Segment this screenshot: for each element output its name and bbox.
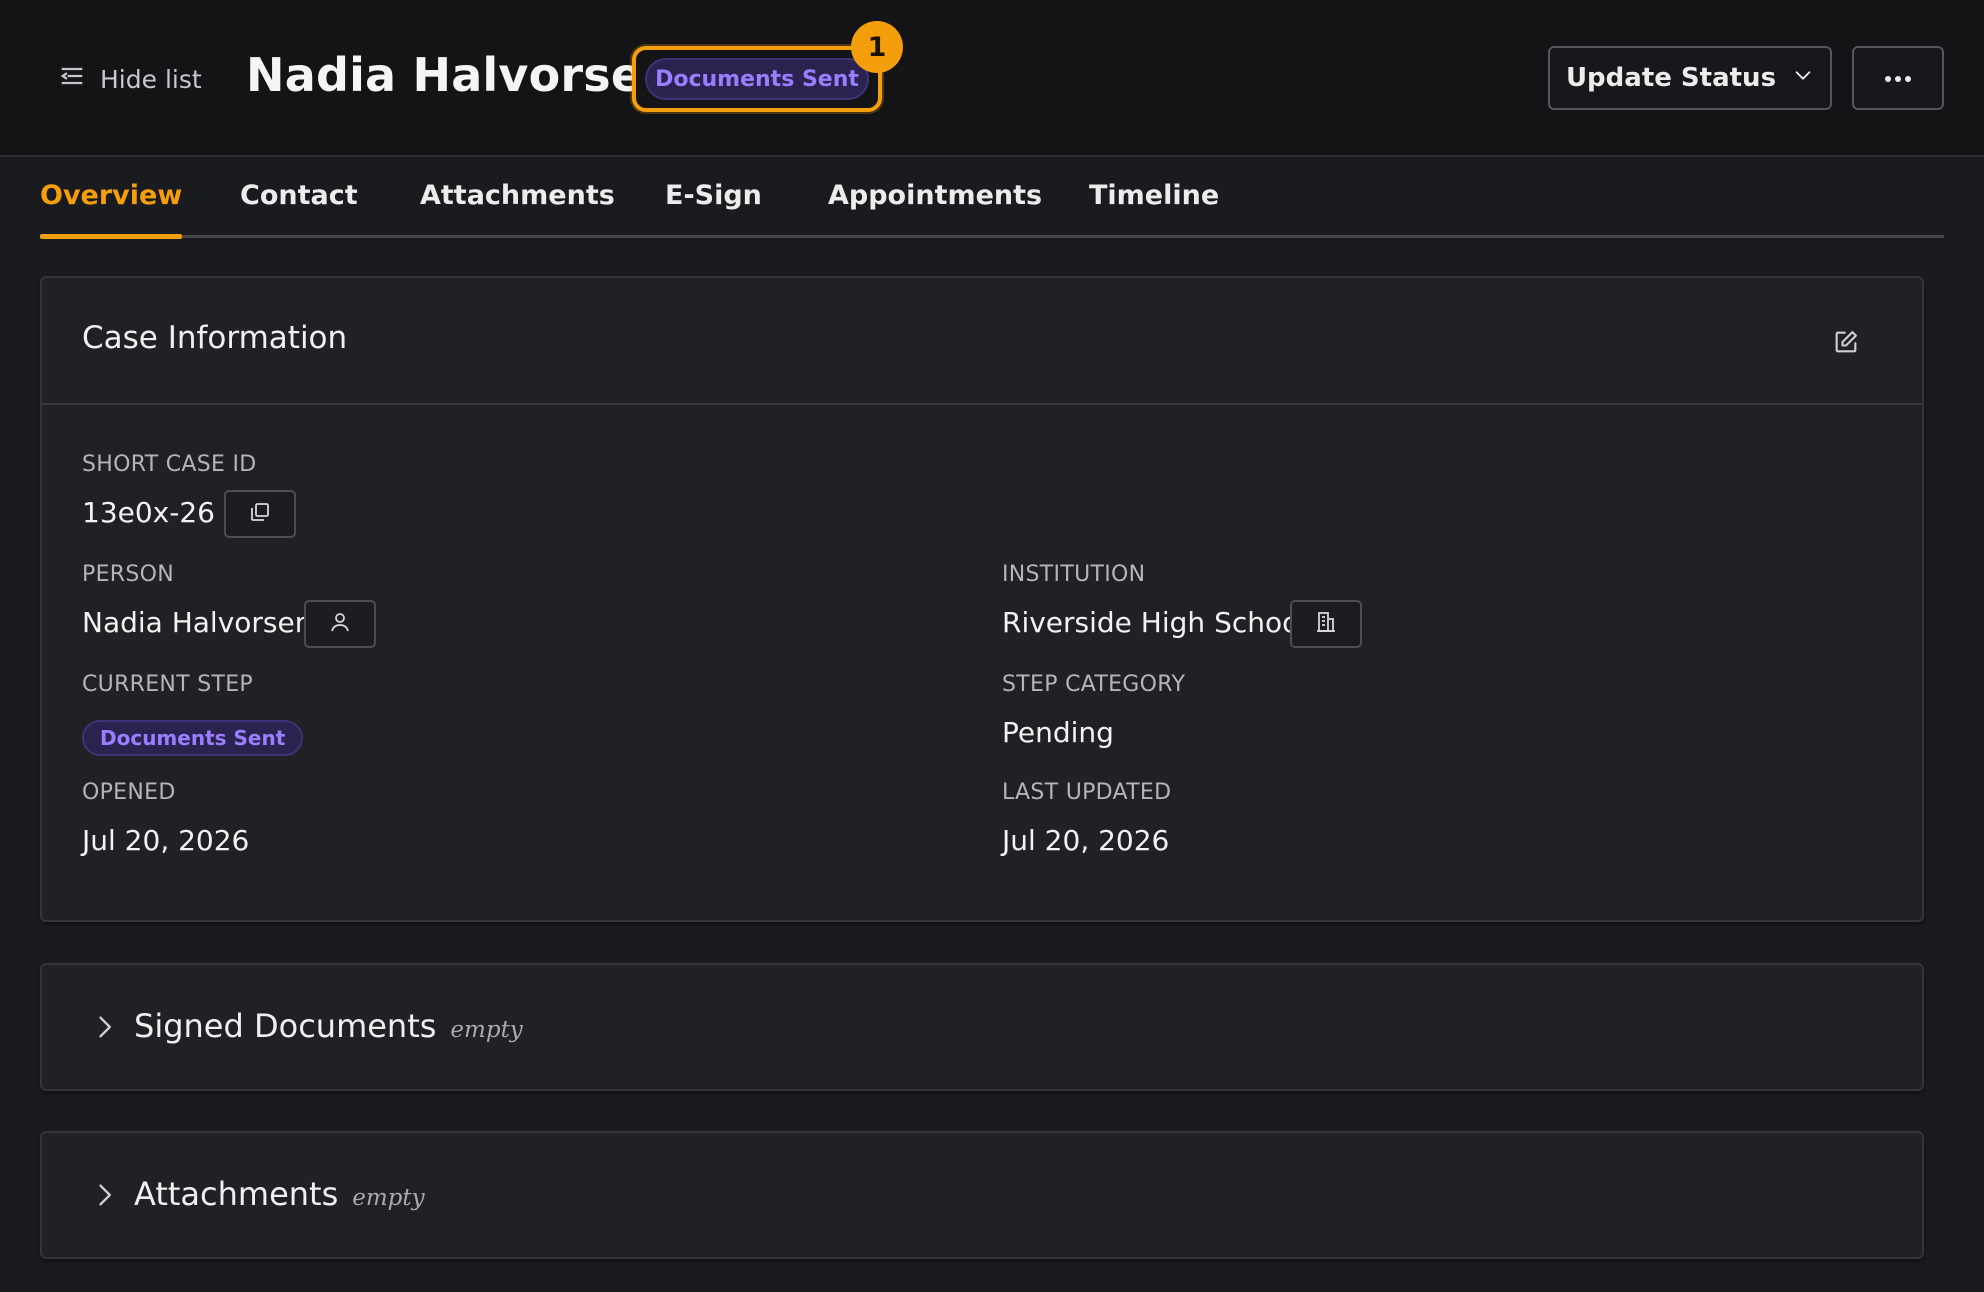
tab-overview[interactable]: Overview — [40, 180, 183, 239]
person-label: PERSON — [82, 562, 174, 587]
user-icon — [328, 610, 352, 638]
update-status-label: Update Status — [1565, 63, 1777, 93]
attachments-section: Attachments empty — [40, 1131, 1924, 1259]
case-detail-page: Hide list Nadia Halvorsen Documents Sent… — [0, 0, 1984, 1292]
signed-documents-empty-label: empty — [450, 1017, 523, 1043]
case-information-header: Case Information — [42, 278, 1922, 405]
attachments-toggle[interactable]: Attachments empty — [42, 1133, 1922, 1257]
attachments-title: Attachments empty — [134, 1175, 425, 1213]
hide-list-label: Hide list — [100, 64, 202, 94]
hide-list-button[interactable]: Hide list — [58, 58, 202, 100]
current-step-label: CURRENT STEP — [82, 672, 253, 697]
tab-e-sign[interactable]: E-Sign — [665, 180, 762, 238]
list-icon — [58, 62, 86, 96]
copy-case-id-button[interactable] — [224, 490, 296, 538]
status-pill-highlight[interactable]: Documents Sent — [632, 46, 882, 112]
last-updated-label: LAST UPDATED — [1002, 780, 1172, 805]
edit-icon[interactable] — [1832, 328, 1860, 356]
view-institution-button[interactable] — [1290, 600, 1362, 648]
step-category-label: STEP CATEGORY — [1002, 672, 1186, 697]
attachments-label: Attachments — [134, 1175, 339, 1213]
tab-bar: Overview Contact Attachments E-Sign Appo… — [40, 158, 1944, 239]
person-value: Nadia Halvorsen — [82, 606, 313, 639]
chevron-right-icon — [90, 1181, 118, 1209]
page-header: Hide list Nadia Halvorsen Documents Sent… — [0, 0, 1984, 157]
building-icon — [1314, 610, 1338, 638]
case-information-title: Case Information — [82, 320, 348, 356]
last-updated-value: Jul 20, 2026 — [1002, 824, 1170, 857]
chevron-down-icon — [1792, 63, 1814, 93]
short-case-id-value: 13e0x-26 — [82, 496, 215, 529]
tab-appointments[interactable]: Appointments — [828, 180, 1042, 238]
update-status-button[interactable]: Update Status — [1548, 46, 1832, 110]
view-person-button[interactable] — [304, 600, 376, 648]
tab-timeline[interactable]: Timeline — [1089, 180, 1219, 238]
attachments-empty-label: empty — [352, 1185, 425, 1211]
signed-documents-label: Signed Documents — [134, 1007, 437, 1045]
signed-documents-title: Signed Documents empty — [134, 1007, 523, 1045]
status-badge: Documents Sent — [645, 58, 869, 100]
institution-value: Riverside High School — [1002, 606, 1308, 639]
institution-label: INSTITUTION — [1002, 562, 1146, 587]
notification-count-badge: 1 — [851, 21, 903, 73]
tab-attachments[interactable]: Attachments — [420, 180, 615, 238]
chevron-right-icon — [90, 1013, 118, 1041]
page-title: Nadia Halvorsen — [246, 48, 676, 102]
opened-label: OPENED — [82, 780, 176, 805]
more-options-button[interactable] — [1852, 46, 1944, 110]
ellipsis-icon — [1883, 69, 1913, 88]
current-step-badge: Documents Sent — [82, 720, 304, 756]
tab-contact[interactable]: Contact — [240, 180, 358, 238]
copy-icon — [248, 500, 272, 528]
signed-documents-toggle[interactable]: Signed Documents empty — [42, 965, 1922, 1089]
signed-documents-section: Signed Documents empty — [40, 963, 1924, 1091]
case-information-card: Case Information SHORT CASE ID 13e0x-26 … — [40, 276, 1924, 922]
opened-value: Jul 20, 2026 — [82, 824, 250, 857]
short-case-id-label: SHORT CASE ID — [82, 452, 257, 477]
step-category-value: Pending — [1002, 716, 1114, 749]
